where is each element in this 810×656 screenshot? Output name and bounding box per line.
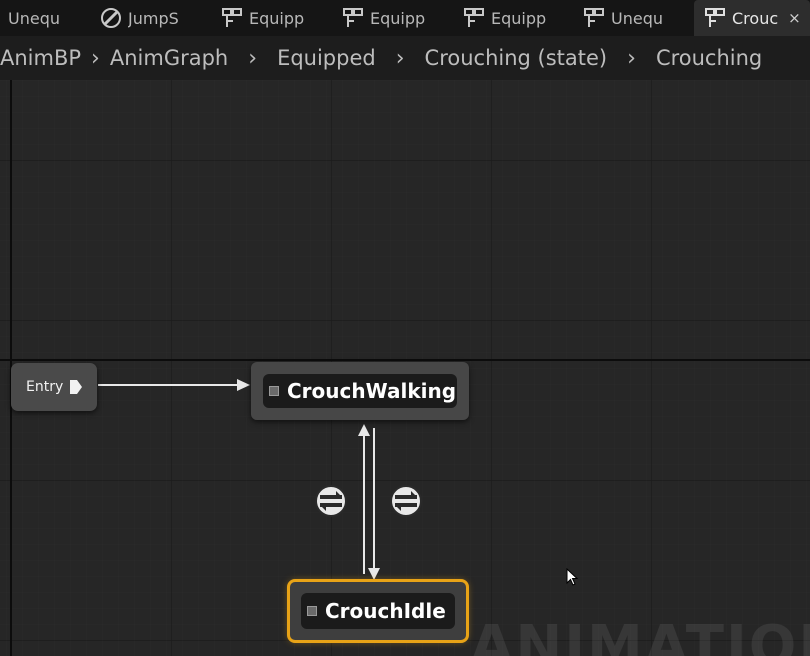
transition-rule-icon[interactable] bbox=[389, 484, 423, 518]
chevron-right-icon: › bbox=[627, 45, 636, 71]
graph-watermark: ANIMATION bbox=[470, 614, 810, 656]
tab-label: JumpS bbox=[128, 8, 179, 28]
statemachine-icon bbox=[584, 8, 604, 27]
entry-node[interactable]: Entry bbox=[11, 363, 97, 411]
statemachine-icon bbox=[464, 8, 484, 27]
chevron-right-icon: › bbox=[248, 45, 258, 71]
state-icon bbox=[269, 386, 279, 396]
state-title-box: CrouchWalking bbox=[263, 374, 457, 408]
tab-crouc[interactable]: Crouc × bbox=[694, 0, 810, 36]
statemachine-icon bbox=[222, 8, 242, 27]
state-node-crouchidle[interactable]: CrouchIdle bbox=[287, 579, 469, 643]
tab-unequ-2[interactable]: Unequ bbox=[583, 0, 683, 36]
breadcrumb-animgraph[interactable]: AnimGraph bbox=[110, 46, 228, 70]
state-icon bbox=[307, 606, 317, 616]
exec-pin-icon[interactable] bbox=[69, 379, 83, 395]
entry-label: Entry bbox=[26, 379, 64, 395]
breadcrumb: AnimBP › AnimGraph › Equipped › Crouchin… bbox=[0, 36, 810, 80]
tab-bar: Unequ JumpS Equipp Equipp Equipp Unequ C… bbox=[0, 0, 810, 36]
blendspace-icon bbox=[101, 8, 121, 28]
transition-wires bbox=[98, 379, 380, 580]
breadcrumb-crouching-state[interactable]: Crouching (state) bbox=[425, 46, 608, 70]
breadcrumb-crouching[interactable]: Crouching bbox=[656, 46, 762, 70]
chevron-right-icon: › bbox=[395, 45, 405, 71]
tab-equipp-2[interactable]: Equipp bbox=[342, 0, 440, 36]
tab-label: Unequ bbox=[611, 8, 663, 28]
state-node-crouchwalking[interactable]: CrouchWalking bbox=[251, 362, 469, 420]
state-name: CrouchIdle bbox=[325, 599, 446, 623]
anim-graph-editor: Entry CrouchWalking CrouchIdle ANIMATION… bbox=[0, 0, 810, 656]
tab-label: Equipp bbox=[249, 8, 305, 28]
state-title-box: CrouchIdle bbox=[301, 593, 455, 629]
tab-jumps[interactable]: JumpS bbox=[100, 0, 196, 36]
tab-label: Equipp bbox=[370, 8, 426, 28]
tab-unequ-1[interactable]: Unequ bbox=[8, 0, 80, 36]
tab-equipp-1[interactable]: Equipp bbox=[221, 0, 321, 36]
chevron-right-icon: › bbox=[91, 45, 100, 71]
statemachine-icon bbox=[343, 8, 363, 27]
tab-equipp-3[interactable]: Equipp bbox=[463, 0, 561, 36]
transition-rule-icon[interactable] bbox=[314, 484, 348, 518]
statemachine-icon bbox=[705, 8, 725, 27]
state-name: CrouchWalking bbox=[287, 379, 457, 403]
tab-label: Equipp bbox=[491, 8, 547, 28]
breadcrumb-equipped[interactable]: Equipped bbox=[277, 46, 376, 70]
tab-label: Crouc bbox=[732, 8, 779, 28]
mouse-cursor-icon bbox=[566, 568, 579, 586]
tab-label: Unequ bbox=[8, 8, 60, 28]
breadcrumb-animbp[interactable]: AnimBP bbox=[0, 46, 81, 70]
close-icon[interactable]: × bbox=[788, 9, 801, 27]
